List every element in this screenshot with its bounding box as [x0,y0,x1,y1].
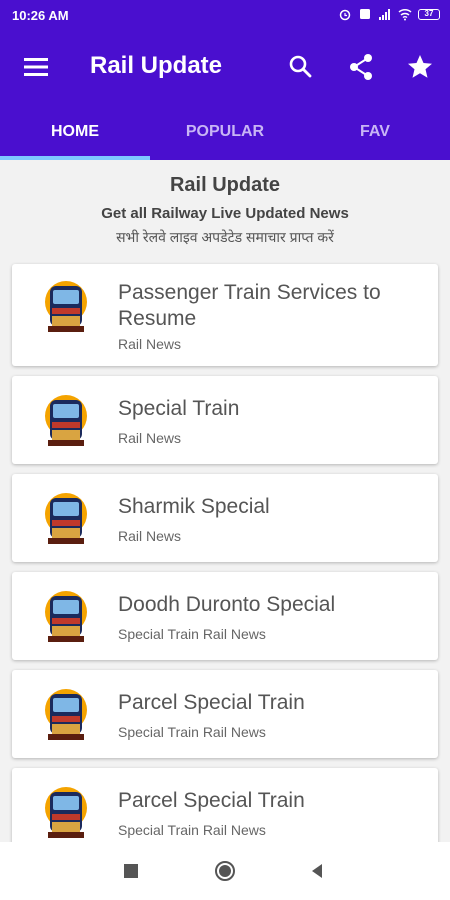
star-icon[interactable] [405,52,435,82]
status-time: 10:26 AM [12,8,69,23]
news-title: Special Train [118,397,240,420]
status-icons: 37 [338,7,440,21]
news-category: Special Train Rail News [118,626,266,642]
menu-icon[interactable] [22,54,50,80]
search-icon[interactable] [286,52,316,82]
news-card[interactable]: Passenger Train Services to Resume Rail … [12,264,438,366]
news-title: Parcel Special Train [118,691,305,714]
news-card[interactable]: Parcel Special Train Special Train Rail … [12,670,438,758]
circle-icon[interactable] [214,860,236,882]
sim-icon [360,9,370,19]
train-icon [45,281,87,332]
page-subtitle-hindi: सभी रेलवे लाइव अपडेटेड समाचार प्राप्त कर… [116,229,334,245]
news-title: Doodh Duronto Special [118,593,336,616]
train-icon [45,395,87,446]
tab-home[interactable]: HOME [0,104,150,160]
system-nav-bar [0,842,450,900]
news-title: Parcel Special Train [118,789,305,812]
train-icon [45,591,87,642]
news-category: Rail News [118,430,182,446]
status-bar: 10:26 AM 37 [0,0,450,30]
wifi-icon [398,8,412,21]
news-category: Special Train Rail News [118,724,266,740]
train-icon [45,689,87,740]
train-icon [45,787,87,838]
tab-indicator [0,156,150,160]
app-title: Rail Update [90,52,223,79]
news-category: Rail News [118,528,182,544]
news-title: Sharmik Special [118,495,270,518]
signal-icon [379,9,390,20]
app-bar: Rail Update [0,30,450,104]
news-title: Passenger Train Services to Resume [118,281,381,330]
news-category: Rail News [118,336,182,352]
alarm-icon [339,9,351,21]
tab-fav[interactable]: FAV [300,104,450,160]
tab-bar: HOME POPULAR FAV [0,104,450,160]
news-category: Special Train Rail News [118,822,266,838]
news-card[interactable]: Doodh Duronto Special Special Train Rail… [12,572,438,660]
triangle-icon[interactable] [306,860,328,882]
news-card[interactable]: Special Train Rail News [12,376,438,464]
page-header: Rail Update Get all Railway Live Updated… [0,168,450,247]
news-card[interactable]: Sharmik Special Rail News [12,474,438,562]
square-icon[interactable] [120,860,142,882]
tab-popular[interactable]: POPULAR [150,104,300,160]
page-title: Rail Update [169,174,281,196]
page-subtitle: Get all Railway Live Updated News [101,205,349,222]
train-icon [45,493,87,544]
battery-icon: 37 [418,8,440,20]
share-icon[interactable] [346,52,376,82]
